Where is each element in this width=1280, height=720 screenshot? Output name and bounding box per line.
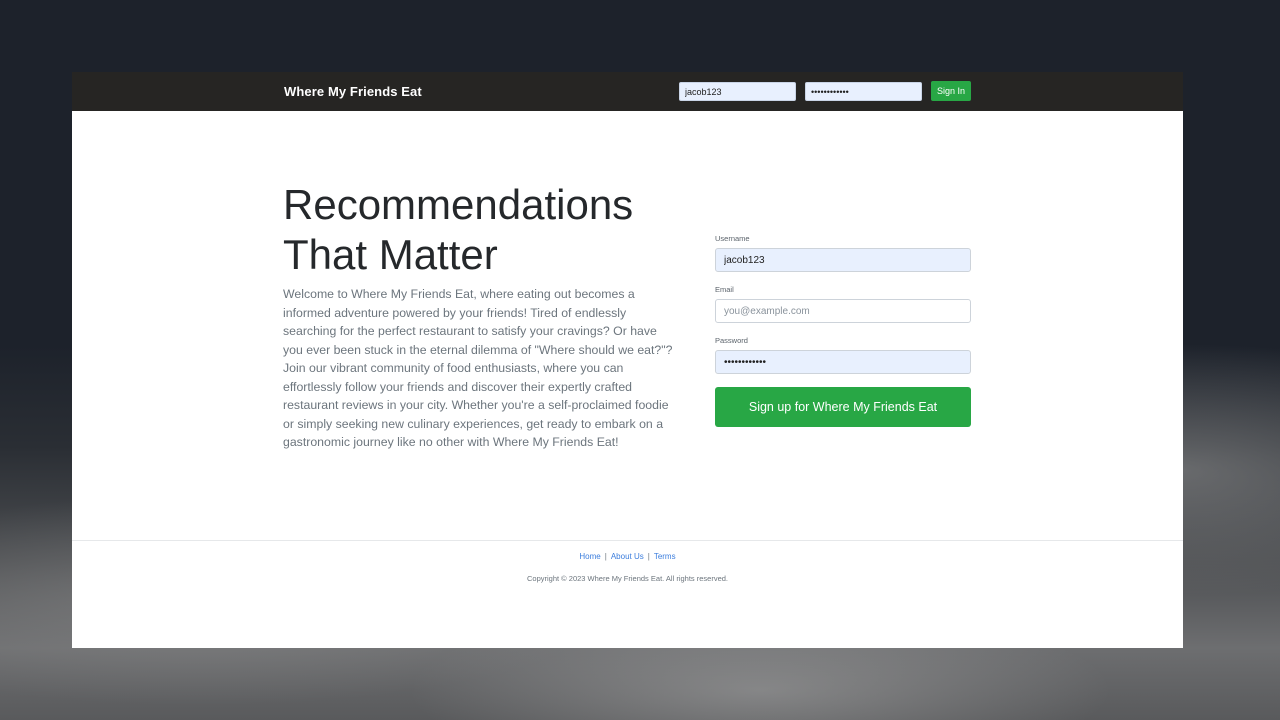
footer-separator: |: [647, 552, 650, 561]
password-label: Password: [715, 336, 748, 345]
hero-description: Welcome to Where My Friends Eat, where e…: [283, 287, 673, 449]
footer-link-terms[interactable]: Terms: [654, 552, 676, 561]
brand-logo-text[interactable]: Where My Friends Eat: [284, 84, 422, 99]
hero-headline: Recommendations That Matter: [283, 180, 703, 280]
username-field[interactable]: [715, 248, 971, 272]
email-label: Email: [715, 285, 734, 294]
email-field[interactable]: [715, 299, 971, 323]
signup-submit-button[interactable]: Sign up for Where My Friends Eat: [715, 387, 971, 427]
navbar-password-input[interactable]: [805, 82, 922, 101]
footer-link-home[interactable]: Home: [579, 552, 600, 561]
hero-headline-line2: That Matter: [283, 231, 498, 278]
browser-page: Where My Friends Eat Sign In Recommendat…: [72, 72, 1183, 648]
top-navbar: Where My Friends Eat Sign In: [72, 72, 1183, 111]
navbar-username-input[interactable]: [679, 82, 796, 101]
footer-separator: |: [604, 552, 607, 561]
hero-headline-line1: Recommendations: [283, 181, 634, 228]
password-field[interactable]: [715, 350, 971, 374]
footer-link-about-us[interactable]: About Us: [611, 552, 644, 561]
sign-in-button[interactable]: Sign In: [931, 81, 971, 101]
footer-nav: Home | About Us | Terms: [72, 552, 1183, 561]
copyright-text: Copyright © 2023 Where My Friends Eat. A…: [526, 574, 729, 583]
username-label: Username: [715, 234, 750, 243]
footer-divider: [72, 540, 1183, 541]
signup-form: Username Email Password Sign up for Wher…: [715, 234, 971, 427]
